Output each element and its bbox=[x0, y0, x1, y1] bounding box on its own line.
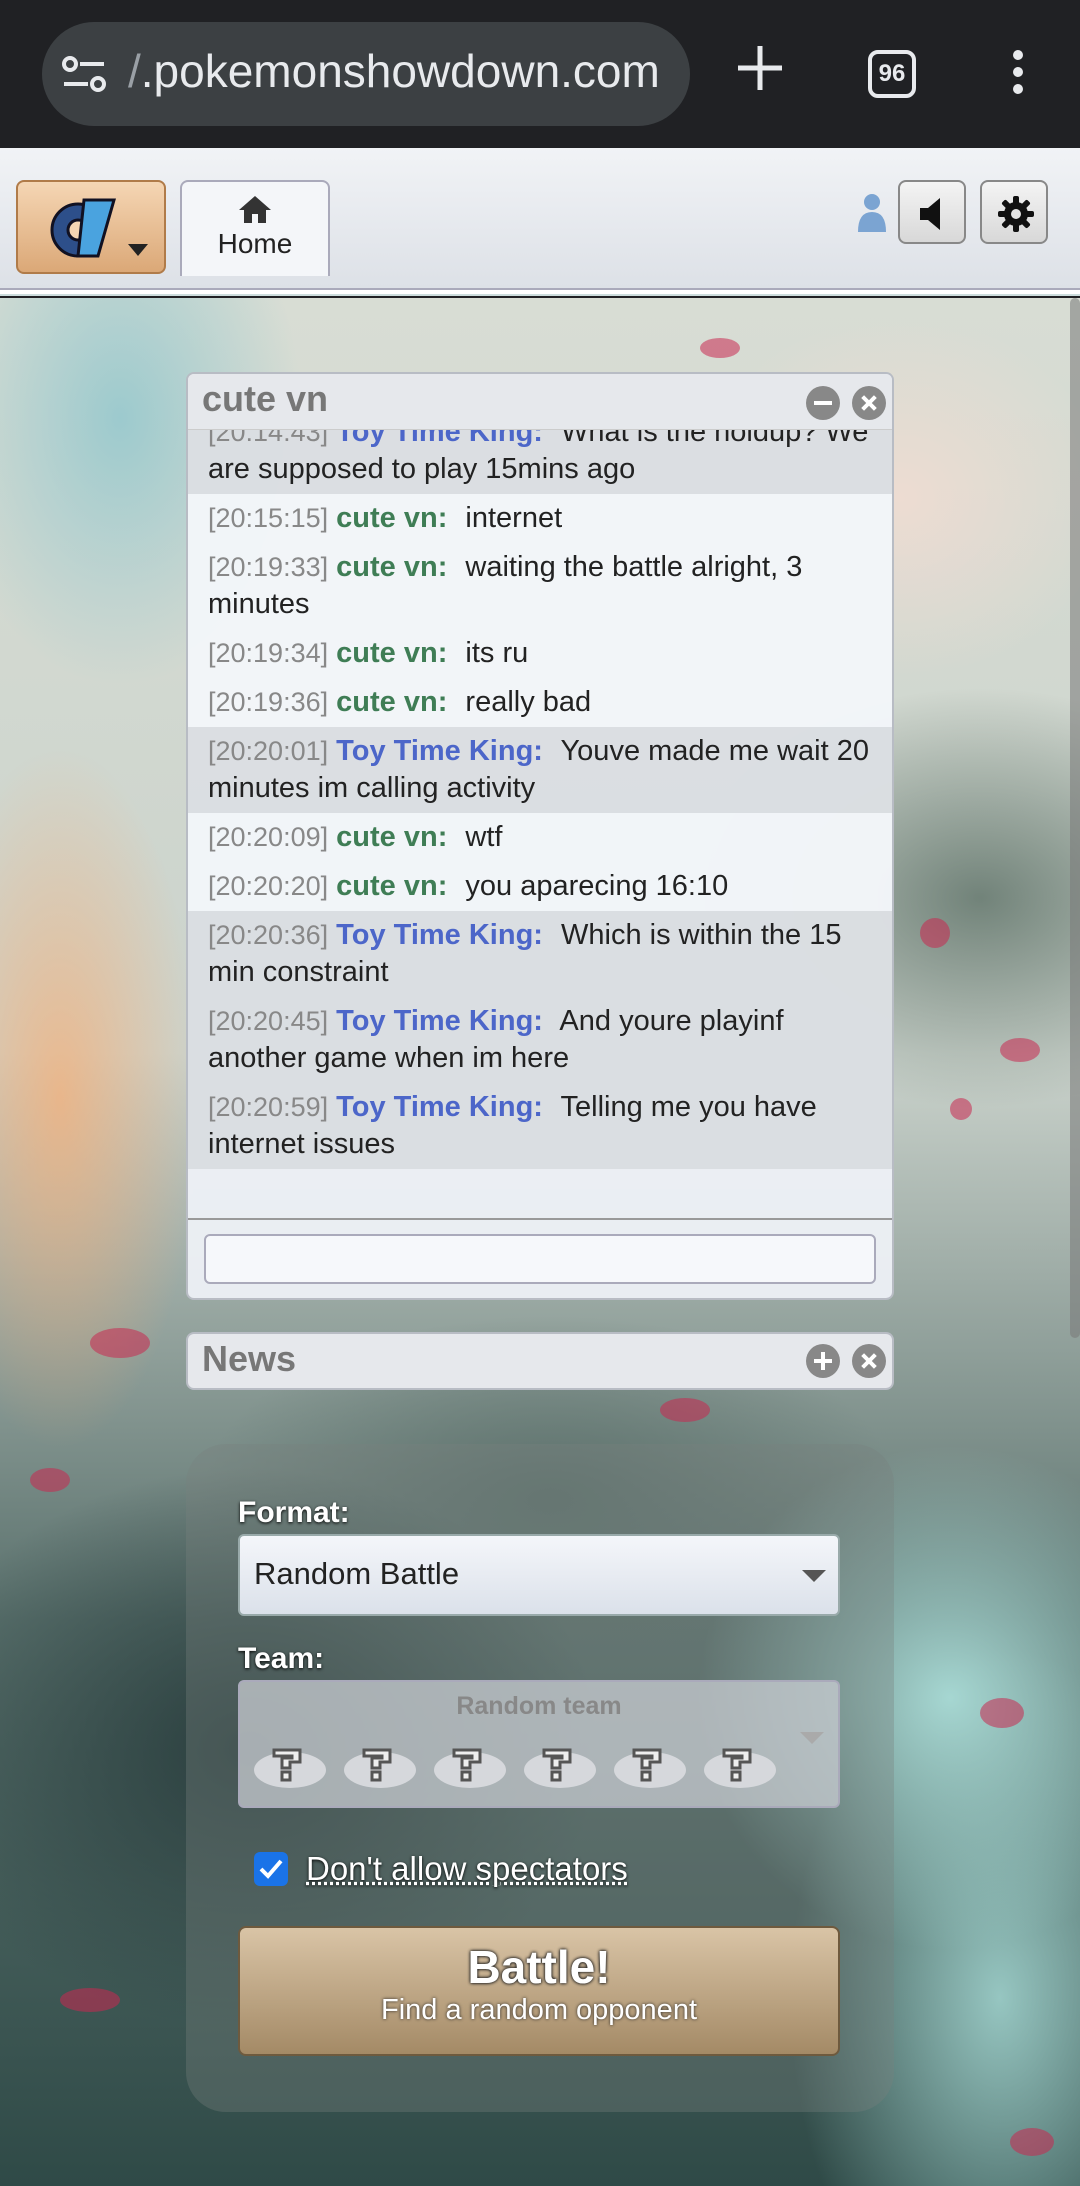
chat-message: [20:20:45] Toy Time King: And youre play… bbox=[188, 997, 892, 1083]
team-select[interactable]: Random team bbox=[238, 1680, 840, 1808]
sound-button[interactable] bbox=[898, 180, 966, 244]
message-text: really bad bbox=[465, 686, 592, 718]
battle-button-subtext: Find a random opponent bbox=[381, 1994, 697, 2026]
site-header: Home bbox=[0, 148, 1080, 290]
chat-message: [20:19:36] cute vn: really bad bbox=[188, 678, 892, 727]
message-user[interactable]: Toy Time King: bbox=[336, 1091, 543, 1123]
chat-divider bbox=[188, 1218, 892, 1220]
url-host: .pokemonshowdown.com bbox=[140, 45, 660, 97]
message-time: [20:20:20] bbox=[208, 871, 329, 901]
chat-message: [20:20:09] cute vn: wtf bbox=[188, 813, 892, 862]
news-title: News bbox=[202, 1338, 297, 1379]
message-user[interactable]: Toy Time King: bbox=[336, 430, 543, 448]
message-user[interactable]: cute vn: bbox=[336, 637, 447, 669]
chat-message: [20:20:01] Toy Time King: Youve made me … bbox=[188, 727, 892, 813]
message-time: [20:20:36] bbox=[208, 920, 329, 950]
checkmark-icon bbox=[259, 1859, 283, 1879]
message-user[interactable]: cute vn: bbox=[336, 502, 447, 534]
chat-message: [20:19:34] cute vn: its ru bbox=[188, 629, 892, 678]
message-time: [20:19:34] bbox=[208, 638, 329, 668]
chat-log[interactable]: [20:14:43] Toy Time King: What is the ho… bbox=[188, 430, 892, 1210]
chat-message: [20:20:36] Toy Time King: Which is withi… bbox=[188, 911, 892, 997]
unknown-pokemon-icon bbox=[254, 1748, 326, 1788]
message-user[interactable]: Toy Time King: bbox=[336, 1005, 543, 1037]
unknown-pokemon-icon bbox=[344, 1748, 416, 1788]
chat-message: [20:15:15] cute vn: internet bbox=[188, 494, 892, 543]
chat-title-bar: cute vn bbox=[188, 374, 892, 430]
team-label: Team: bbox=[238, 1642, 325, 1675]
unknown-pokemon-icon bbox=[614, 1748, 686, 1788]
format-label: Format: bbox=[238, 1496, 350, 1529]
message-user[interactable]: cute vn: bbox=[336, 870, 447, 902]
battle-button[interactable]: Battle! Find a random opponent bbox=[238, 1926, 840, 2056]
address-bar[interactable]: /.pokemonshowdown.com bbox=[42, 22, 690, 126]
chat-panel: cute vn [20:14:43] Toy Time King: What i… bbox=[186, 372, 894, 1300]
no-spectators-checkbox[interactable] bbox=[254, 1852, 288, 1886]
news-panel[interactable]: News bbox=[186, 1332, 894, 1390]
url-prefix: / bbox=[128, 45, 141, 97]
format-select[interactable]: Random Battle bbox=[238, 1534, 840, 1616]
url-text[interactable]: /.pokemonshowdown.com bbox=[128, 44, 660, 98]
message-user[interactable]: cute vn: bbox=[336, 551, 447, 583]
chevron-down-icon bbox=[802, 1570, 826, 1582]
battle-form: Format: Random Battle Team: Random team … bbox=[186, 1444, 894, 2112]
close-icon[interactable] bbox=[852, 386, 886, 420]
message-text: you aparecing 16:10 bbox=[465, 870, 729, 902]
chat-message: [20:20:20] cute vn: you aparecing 16:10 bbox=[188, 862, 892, 911]
browser-toolbar: /.pokemonshowdown.com 96 bbox=[0, 0, 1080, 148]
chevron-down-icon bbox=[800, 1732, 824, 1744]
chat-input[interactable] bbox=[204, 1234, 876, 1284]
tab-home[interactable]: Home bbox=[180, 180, 330, 276]
chat-message: [20:20:59] Toy Time King: Telling me you… bbox=[188, 1083, 892, 1169]
team-value: Random team bbox=[456, 1692, 622, 1720]
gear-icon bbox=[998, 196, 1034, 232]
new-tab-icon[interactable] bbox=[734, 42, 786, 94]
close-icon[interactable] bbox=[852, 1344, 886, 1378]
message-time: [20:20:09] bbox=[208, 822, 329, 852]
unknown-pokemon-icon bbox=[704, 1748, 776, 1788]
chat-message: [20:14:43] Toy Time King: What is the ho… bbox=[188, 430, 892, 494]
message-time: [20:20:59] bbox=[208, 1092, 329, 1122]
message-user[interactable]: Toy Time King: bbox=[336, 919, 543, 951]
message-text: its ru bbox=[465, 637, 529, 669]
unknown-pokemon-icon bbox=[434, 1748, 506, 1788]
tab-switcher-button[interactable]: 96 bbox=[868, 50, 916, 98]
home-icon bbox=[239, 196, 271, 223]
message-time: [20:19:36] bbox=[208, 687, 329, 717]
speaker-icon bbox=[920, 198, 940, 230]
no-spectators-label[interactable]: Don't allow spectators bbox=[306, 1850, 628, 1888]
format-value: Random Battle bbox=[254, 1556, 460, 1591]
settings-button[interactable] bbox=[980, 180, 1048, 244]
minimize-icon[interactable] bbox=[806, 386, 840, 420]
expand-icon[interactable] bbox=[806, 1344, 840, 1378]
message-user[interactable]: cute vn: bbox=[336, 821, 447, 853]
message-text: wtf bbox=[465, 821, 503, 853]
message-time: [20:20:01] bbox=[208, 736, 329, 766]
message-time: [20:14:43] bbox=[208, 430, 329, 447]
chat-message: [20:19:33] cute vn: waiting the battle a… bbox=[188, 543, 892, 629]
browser-menu-icon[interactable] bbox=[1008, 50, 1028, 100]
battle-button-label: Battle! bbox=[467, 1941, 611, 1993]
message-time: [20:15:15] bbox=[208, 503, 329, 533]
user-icon[interactable] bbox=[856, 192, 888, 232]
chevron-down-icon bbox=[128, 244, 148, 256]
chat-title: cute vn bbox=[202, 378, 329, 419]
message-text: internet bbox=[465, 502, 563, 534]
header-divider bbox=[0, 290, 1080, 296]
message-time: [20:20:45] bbox=[208, 1006, 329, 1036]
tab-home-label: Home bbox=[217, 228, 293, 259]
showdown-logo-icon bbox=[50, 198, 116, 258]
unknown-pokemon-icon bbox=[524, 1748, 596, 1788]
main-menu-button[interactable] bbox=[16, 180, 166, 274]
page-scrollbar[interactable] bbox=[1070, 298, 1080, 1338]
site-settings-icon[interactable] bbox=[62, 54, 106, 94]
message-time: [20:19:33] bbox=[208, 552, 329, 582]
message-user[interactable]: cute vn: bbox=[336, 686, 447, 718]
message-user[interactable]: Toy Time King: bbox=[336, 735, 543, 767]
